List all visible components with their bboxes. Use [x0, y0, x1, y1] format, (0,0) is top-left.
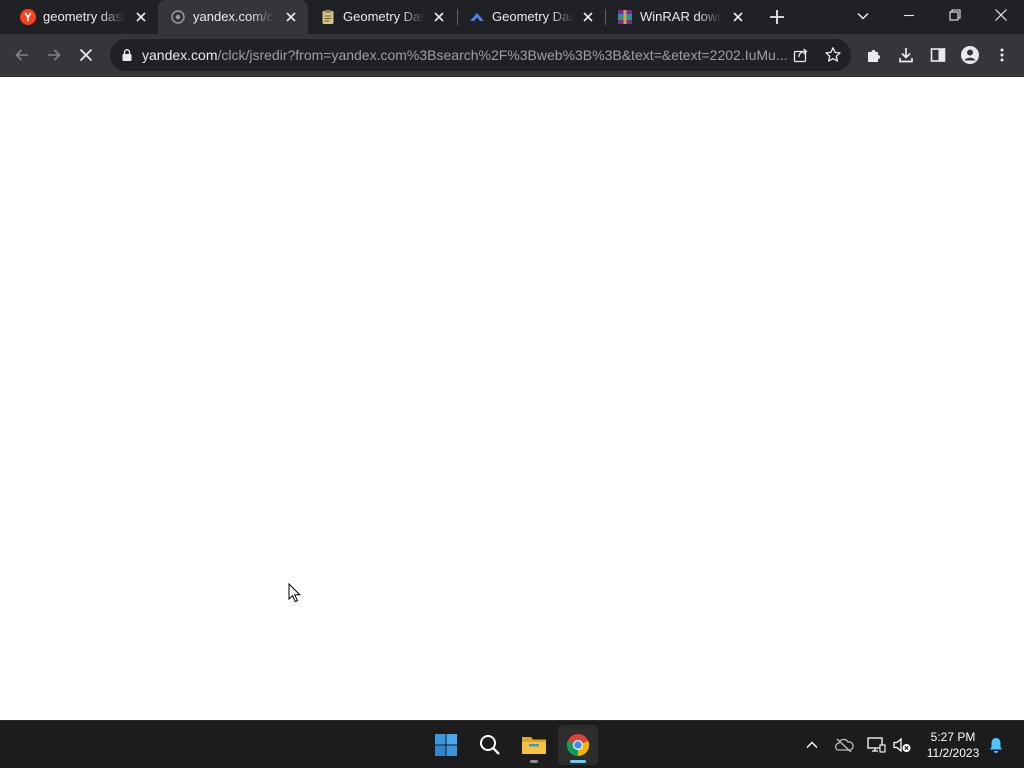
tab-title: WinRAR download	[640, 9, 722, 24]
download-icon[interactable]	[893, 42, 919, 68]
browser-toolbar: yandex.com/clck/jsredir?from=yandex.com%…	[0, 34, 1024, 76]
new-tab-button[interactable]	[764, 5, 790, 29]
tab-close-icon[interactable]	[430, 8, 448, 26]
tab-close-icon[interactable]	[282, 8, 300, 26]
tab-geometry-dash-search[interactable]: geometry dash	[8, 0, 158, 34]
loading-globe-icon	[170, 9, 186, 25]
extensions-puzzle-icon[interactable]	[861, 42, 887, 68]
back-button[interactable]	[9, 42, 35, 68]
onedrive-icon[interactable]	[834, 735, 854, 755]
tab-geometry-dash-1[interactable]: Geometry Dash	[308, 0, 456, 34]
windows-start-icon[interactable]	[426, 725, 466, 765]
mouse-cursor-icon	[288, 582, 302, 603]
system-clock[interactable]: 5:27 PM 11/2/2023	[918, 729, 988, 761]
profile-avatar-icon[interactable]	[957, 42, 983, 68]
side-panel-icon[interactable]	[925, 42, 951, 68]
share-icon[interactable]	[792, 46, 810, 64]
address-bar[interactable]: yandex.com/clck/jsredir?from=yandex.com%…	[110, 39, 851, 71]
chevron-up-icon[interactable]	[802, 735, 822, 755]
tab-strip: geometry dash yandex.com/clck Geometry D…	[0, 0, 1024, 34]
tab-close-icon[interactable]	[729, 8, 747, 26]
notification-bell-icon[interactable]	[986, 735, 1006, 755]
tab-title: Geometry Dash	[343, 9, 425, 24]
tab-geometry-dash-2[interactable]: Geometry Dash	[457, 0, 605, 34]
minimize-button[interactable]	[886, 0, 932, 30]
tab-title: Geometry Dash	[492, 9, 574, 24]
clock-time: 5:27 PM	[930, 730, 976, 744]
yandex-icon	[20, 9, 36, 25]
windows-taskbar: 5:27 PM 11/2/2023	[0, 720, 1024, 768]
restore-button[interactable]	[932, 0, 978, 30]
tab-search-chevron-icon[interactable]	[852, 5, 874, 27]
lock-icon[interactable]	[120, 48, 134, 62]
active-indicator	[570, 760, 586, 763]
tab-title: geometry dash	[43, 9, 125, 24]
search-icon[interactable]	[470, 725, 510, 765]
tab-title: yandex.com/clck	[193, 9, 275, 24]
page-content-blank[interactable]	[0, 77, 1024, 720]
clock-date: 11/2/2023	[926, 746, 980, 760]
running-indicator	[530, 760, 538, 763]
stop-loading-button[interactable]	[73, 42, 99, 68]
forward-button[interactable]	[41, 42, 67, 68]
tab-yandex-clck[interactable]: yandex.com/clck	[158, 0, 308, 34]
winrar-icon	[617, 9, 633, 25]
url-host: yandex.com	[142, 47, 218, 63]
tab-close-icon[interactable]	[579, 8, 597, 26]
url-text[interactable]: yandex.com/clck/jsredir?from=yandex.com%…	[142, 47, 792, 63]
bookmark-star-icon[interactable]	[824, 46, 842, 64]
cloud-icon	[469, 9, 485, 25]
tab-winrar-download[interactable]: WinRAR download	[605, 0, 755, 34]
tab-close-icon[interactable]	[132, 8, 150, 26]
url-path: /clck/jsredir?from=yandex.com%3Bsearch%2…	[217, 47, 788, 63]
close-window-button[interactable]	[978, 0, 1024, 30]
clipboard-icon	[320, 9, 336, 25]
chrome-icon[interactable]	[558, 725, 598, 765]
volume-muted-icon[interactable]	[892, 735, 912, 755]
menu-kebab-icon[interactable]	[989, 42, 1015, 68]
network-icon[interactable]	[866, 735, 886, 755]
file-explorer-icon[interactable]	[514, 725, 554, 765]
